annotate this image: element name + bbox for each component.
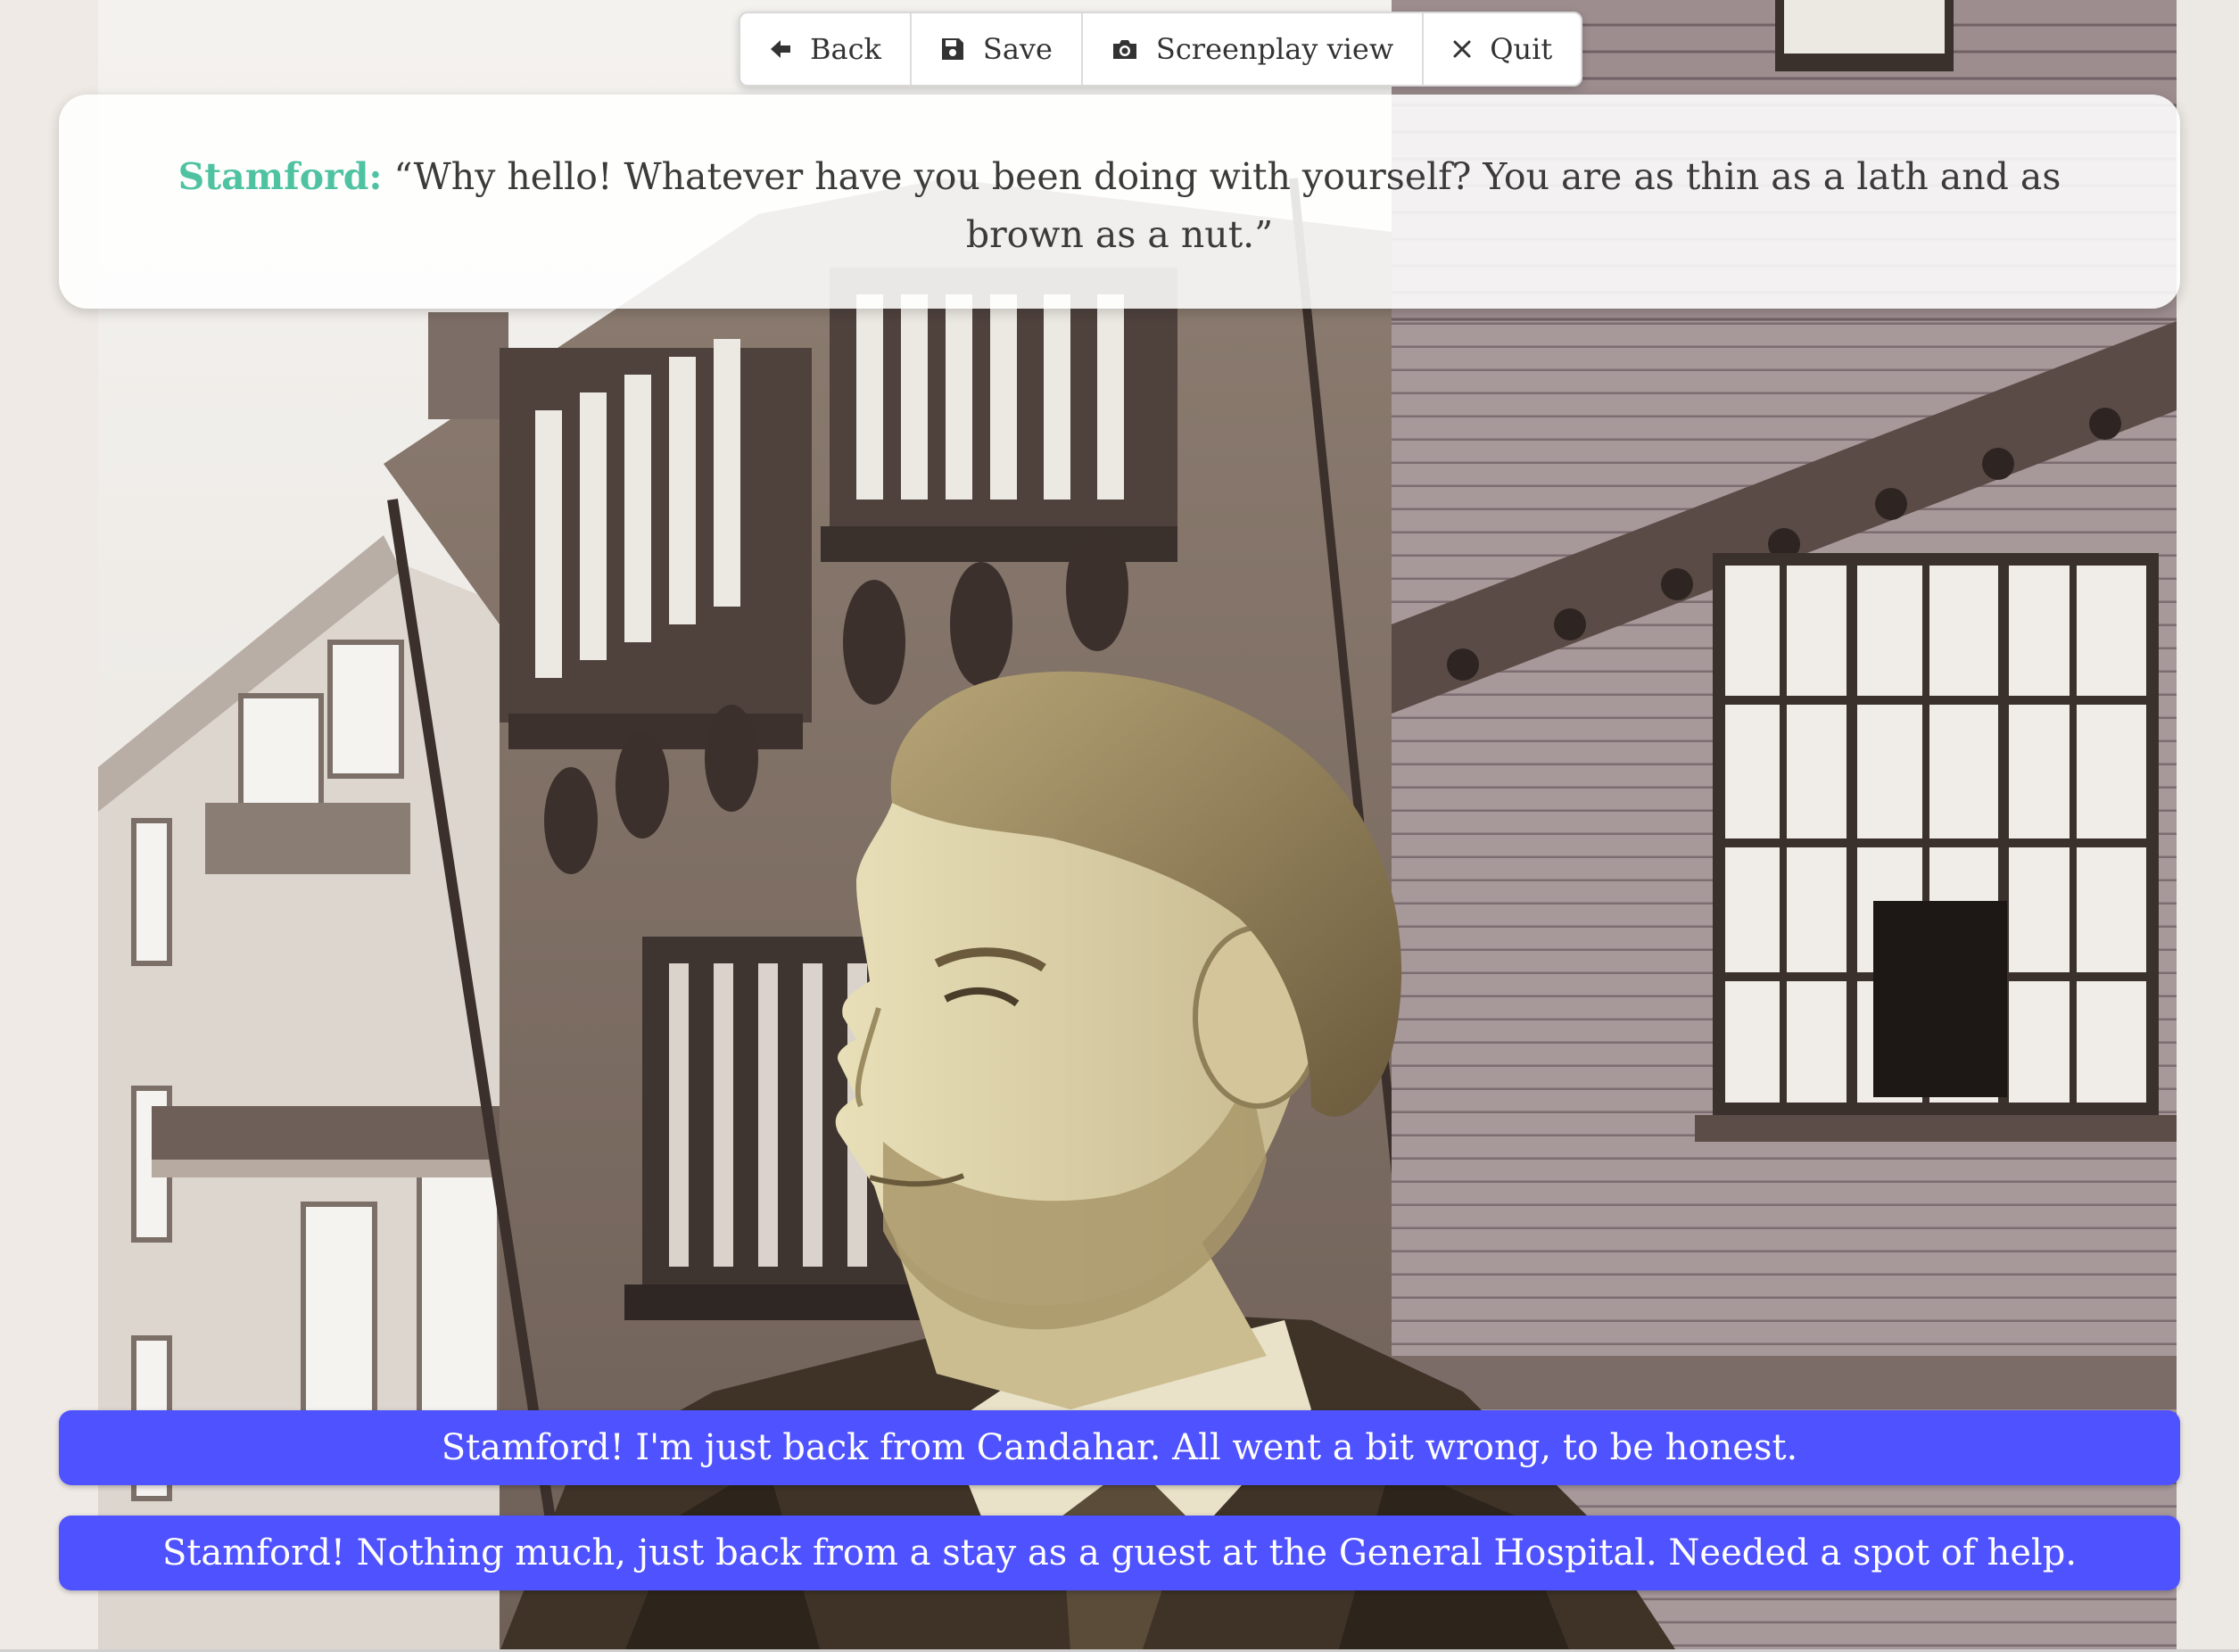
back-label: Back <box>810 32 881 66</box>
floppy-disk-icon <box>940 37 965 62</box>
back-button[interactable]: Back <box>740 13 912 85</box>
camera-icon <box>1111 37 1138 61</box>
close-icon <box>1452 39 1472 59</box>
screenplay-view-label: Screenplay view <box>1155 32 1394 66</box>
quit-button[interactable]: Quit <box>1424 13 1581 85</box>
choice-button-2[interactable]: Stamford! Nothing much, just back from a… <box>59 1516 2180 1590</box>
arrow-left-icon <box>769 37 792 61</box>
choice-label-1: Stamford! I'm just back from Candahar. A… <box>441 1427 1798 1468</box>
dialogue-text: “Why hello! Whatever have you been doing… <box>393 155 2061 256</box>
save-button[interactable]: Save <box>912 13 1083 85</box>
choice-button-1[interactable]: Stamford! I'm just back from Candahar. A… <box>59 1410 2180 1485</box>
choice-label-2: Stamford! Nothing much, just back from a… <box>161 1532 2078 1574</box>
save-label: Save <box>982 32 1053 66</box>
quit-label: Quit <box>1490 32 1553 66</box>
top-toolbar: Back Save Screenplay view Quit <box>739 12 1583 87</box>
dialogue-box: Stamford: “Why hello! Whatever have you … <box>59 95 2180 309</box>
speaker-name: Stamford: <box>178 155 383 198</box>
screenplay-view-button[interactable]: Screenplay view <box>1083 13 1425 85</box>
